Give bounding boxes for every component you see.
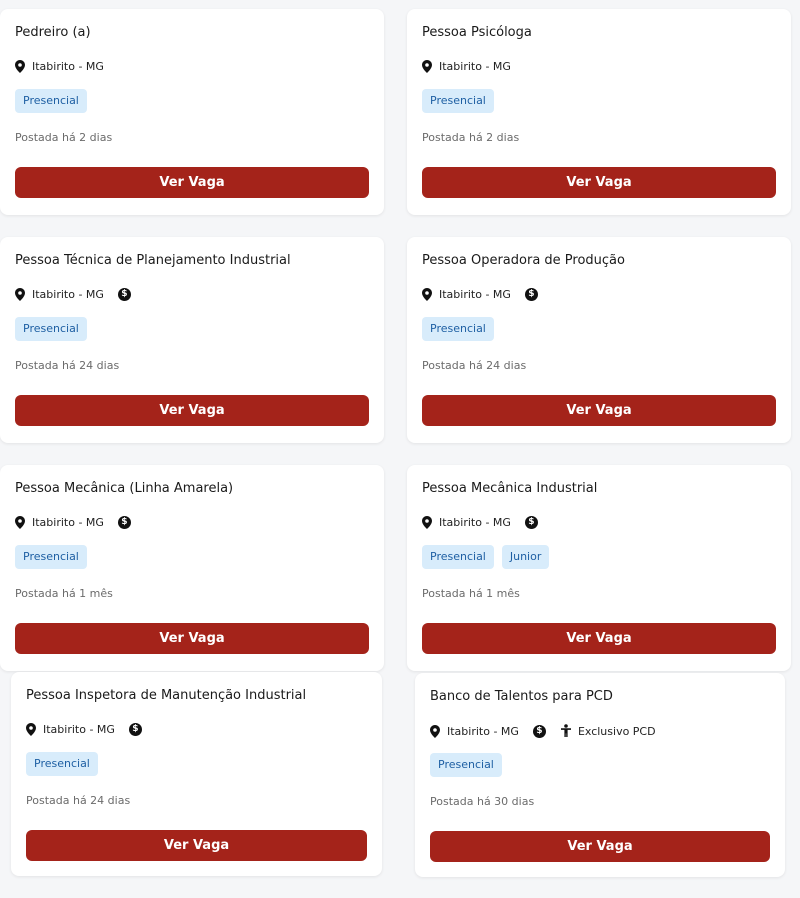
job-card: Pessoa Psicóloga Itabirito - MG Presencial…: [407, 9, 791, 215]
job-meta: Itabirito - MG: [422, 60, 511, 73]
job-meta: Itabirito - MG $: [26, 723, 142, 736]
job-location: Itabirito - MG: [32, 60, 104, 73]
view-job-button[interactable]: Ver Vaga: [15, 623, 369, 654]
view-job-button[interactable]: Ver Vaga: [26, 830, 367, 861]
view-job-button[interactable]: Ver Vaga: [430, 831, 770, 862]
posted-date: Postada há 2 dias: [15, 131, 113, 144]
job-meta: Itabirito - MG $ Exclusivo PCD: [430, 724, 656, 738]
location-pin-icon: [15, 288, 25, 301]
job-location: Itabirito - MG: [32, 516, 104, 529]
view-job-button[interactable]: Ver Vaga: [422, 395, 776, 426]
job-card: Pessoa Operadora de Produção Itabirito - …: [407, 237, 791, 443]
view-job-button[interactable]: Ver Vaga: [422, 167, 776, 198]
job-location: Itabirito - MG: [439, 60, 511, 73]
location-pin-icon: [422, 516, 432, 529]
job-title: Pessoa Mecânica (Linha Amarela): [15, 481, 234, 496]
job-tag: Presencial: [15, 545, 87, 569]
job-card: Pessoa Inspetora de Manutenção Industria…: [11, 672, 382, 876]
job-title: Pessoa Técnica de Planejamento Industria…: [15, 253, 291, 268]
posted-date: Postada há 1 mês: [15, 587, 113, 600]
location-pin-icon: [422, 288, 432, 301]
view-job-button[interactable]: Ver Vaga: [15, 395, 369, 426]
location-pin-icon: [422, 60, 432, 73]
location-pin-icon: [15, 60, 25, 73]
job-tag: Presencial: [15, 317, 87, 341]
job-tag: Presencial: [26, 752, 98, 776]
job-tag: Presencial: [422, 89, 494, 113]
job-meta: Itabirito - MG $: [15, 516, 131, 529]
posted-date: Postada há 24 dias: [422, 359, 527, 372]
salary-icon: $: [117, 288, 131, 301]
accessibility-icon: [560, 724, 572, 738]
job-location: Itabirito - MG: [439, 516, 511, 529]
job-tag: Presencial: [422, 545, 494, 569]
posted-date: Postada há 30 dias: [430, 795, 535, 808]
job-location: Itabirito - MG: [43, 723, 115, 736]
location-pin-icon: [26, 723, 36, 736]
job-location: Itabirito - MG: [439, 288, 511, 301]
salary-icon: $: [532, 724, 546, 738]
job-meta: Itabirito - MG $: [422, 288, 538, 301]
location-pin-icon: [430, 724, 440, 738]
salary-icon: $: [524, 288, 538, 301]
view-job-button[interactable]: Ver Vaga: [15, 167, 369, 198]
job-card: Pessoa Mecânica (Linha Amarela) Itabirito…: [0, 465, 384, 671]
salary-icon: $: [524, 516, 538, 529]
job-tags: Presencial: [15, 545, 87, 569]
job-tag: Presencial: [15, 89, 87, 113]
job-tags: Presencial: [15, 317, 87, 341]
job-card: Banco de Talentos para PCD Itabirito - MG…: [415, 673, 785, 877]
job-title: Pessoa Mecânica Industrial: [422, 481, 598, 496]
job-card: Pessoa Técnica de Planejamento Industria…: [0, 237, 384, 443]
job-tags: Presencial: [26, 752, 98, 776]
location-pin-icon: [15, 516, 25, 529]
job-title: Pessoa Psicóloga: [422, 25, 532, 40]
job-tag: Presencial: [422, 317, 494, 341]
job-tags: Presencial: [15, 89, 87, 113]
job-tags: Presencial: [422, 317, 494, 341]
salary-icon: $: [117, 516, 131, 529]
job-tags: Presencial: [422, 89, 494, 113]
job-location: Itabirito - MG: [32, 288, 104, 301]
salary-icon: $: [128, 723, 142, 736]
job-meta: Itabirito - MG $: [15, 288, 131, 301]
job-tag: Presencial: [430, 753, 502, 777]
job-title: Banco de Talentos para PCD: [430, 689, 613, 704]
job-tags: Presencial Junior: [422, 545, 550, 569]
pcd-label: Exclusivo PCD: [577, 724, 656, 738]
job-card: Pessoa Mecânica Industrial Itabirito - MG…: [407, 465, 791, 671]
job-card: Pedreiro (a) Itabirito - MG Presencial Post…: [0, 9, 384, 215]
posted-date: Postada há 24 dias: [26, 794, 131, 807]
view-job-button[interactable]: Ver Vaga: [422, 623, 776, 654]
posted-date: Postada há 24 dias: [15, 359, 120, 372]
job-tags: Presencial: [430, 753, 502, 777]
job-tag: Junior: [501, 545, 550, 569]
job-meta: Itabirito - MG: [15, 60, 104, 73]
posted-date: Postada há 2 dias: [422, 131, 520, 144]
job-location: Itabirito - MG: [447, 724, 519, 738]
job-title: Pessoa Operadora de Produção: [422, 253, 625, 268]
job-title: Pedreiro (a): [15, 25, 91, 40]
job-title: Pessoa Inspetora de Manutenção Industria…: [26, 688, 307, 703]
job-meta: Itabirito - MG $: [422, 516, 538, 529]
posted-date: Postada há 1 mês: [422, 587, 520, 600]
